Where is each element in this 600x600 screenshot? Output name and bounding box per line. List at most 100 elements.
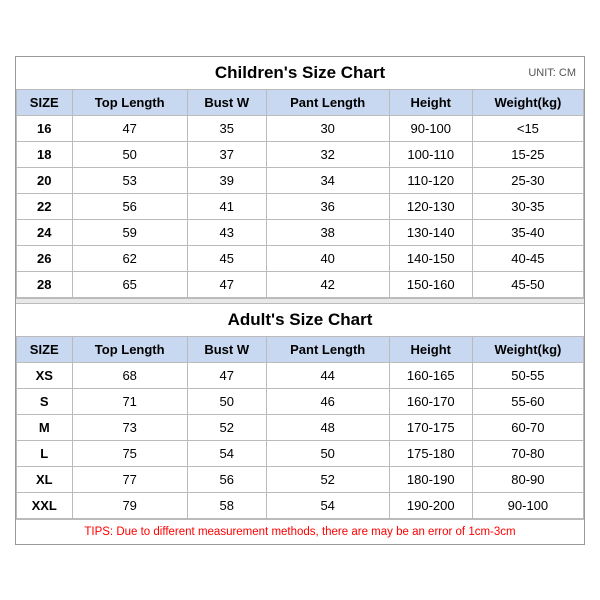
adult-col-height: Height [389,336,472,362]
unit-label: UNIT: CM [528,67,576,79]
table-cell: 47 [187,362,266,388]
table-cell: 50 [266,440,389,466]
table-row: 20533934110-12025-30 [17,167,584,193]
table-cell: 36 [266,193,389,219]
table-cell: 25-30 [472,167,583,193]
table-cell: 170-175 [389,414,472,440]
adult-col-bust-w: Bust W [187,336,266,362]
table-cell: 130-140 [389,219,472,245]
table-cell: 79 [72,492,187,518]
table-cell: 52 [187,414,266,440]
table-cell: 46 [266,388,389,414]
table-cell: 24 [17,219,73,245]
table-cell: 32 [266,141,389,167]
children-title: Children's Size Chart [215,63,385,82]
table-row: 22564136120-13030-35 [17,193,584,219]
adult-title: Adult's Size Chart [228,310,373,329]
children-col-pant-length: Pant Length [266,89,389,115]
table-row: S715046160-17055-60 [17,388,584,414]
table-cell: 15-25 [472,141,583,167]
table-cell: 38 [266,219,389,245]
table-cell: 37 [187,141,266,167]
table-cell: 75 [72,440,187,466]
table-cell: 26 [17,245,73,271]
table-cell: 18 [17,141,73,167]
children-col-height: Height [389,89,472,115]
children-section-header: Children's Size Chart UNIT: CM [16,57,584,89]
table-cell: M [17,414,73,440]
table-cell: 60-70 [472,414,583,440]
table-cell: 41 [187,193,266,219]
adult-col-top-length: Top Length [72,336,187,362]
table-cell: 68 [72,362,187,388]
table-cell: 22 [17,193,73,219]
table-cell: 180-190 [389,466,472,492]
table-cell: 160-170 [389,388,472,414]
table-cell: 120-130 [389,193,472,219]
table-row: XS684744160-16550-55 [17,362,584,388]
table-row: XL775652180-19080-90 [17,466,584,492]
adult-col-size: SIZE [17,336,73,362]
table-cell: 56 [72,193,187,219]
table-cell: 54 [187,440,266,466]
table-cell: 42 [266,271,389,297]
table-cell: 80-90 [472,466,583,492]
children-header-row: SIZE Top Length Bust W Pant Length Heigh… [17,89,584,115]
table-cell: 44 [266,362,389,388]
table-cell: 50-55 [472,362,583,388]
table-cell: 62 [72,245,187,271]
table-cell: 53 [72,167,187,193]
table-row: XXL795854190-20090-100 [17,492,584,518]
table-cell: 28 [17,271,73,297]
tips-text: TIPS: Due to different measurement metho… [84,526,515,538]
table-cell: 34 [266,167,389,193]
table-cell: XL [17,466,73,492]
adult-section-header: Adult's Size Chart [16,304,584,336]
table-row: 26624540140-15040-45 [17,245,584,271]
table-row: M735248170-17560-70 [17,414,584,440]
table-cell: 39 [187,167,266,193]
table-cell: 56 [187,466,266,492]
table-cell: 140-150 [389,245,472,271]
table-cell: 71 [72,388,187,414]
children-col-top-length: Top Length [72,89,187,115]
adult-header-row: SIZE Top Length Bust W Pant Length Heigh… [17,336,584,362]
table-cell: 52 [266,466,389,492]
children-col-bust-w: Bust W [187,89,266,115]
table-cell: 16 [17,115,73,141]
table-row: 1647353090-100<15 [17,115,584,141]
table-row: 18503732100-11015-25 [17,141,584,167]
table-cell: XXL [17,492,73,518]
table-cell: 48 [266,414,389,440]
table-cell: L [17,440,73,466]
table-cell: 90-100 [472,492,583,518]
table-cell: 59 [72,219,187,245]
table-cell: 175-180 [389,440,472,466]
table-row: 24594338130-14035-40 [17,219,584,245]
table-cell: 45-50 [472,271,583,297]
table-cell: <15 [472,115,583,141]
table-cell: 54 [266,492,389,518]
children-col-weight: Weight(kg) [472,89,583,115]
table-cell: 73 [72,414,187,440]
tips-row: TIPS: Due to different measurement metho… [16,519,584,544]
table-cell: 55-60 [472,388,583,414]
table-cell: 77 [72,466,187,492]
size-chart-wrapper: Children's Size Chart UNIT: CM SIZE Top … [15,56,585,545]
table-cell: 47 [72,115,187,141]
table-cell: 160-165 [389,362,472,388]
table-cell: 40 [266,245,389,271]
children-table: SIZE Top Length Bust W Pant Length Heigh… [16,89,584,298]
table-cell: 90-100 [389,115,472,141]
table-cell: XS [17,362,73,388]
table-cell: 50 [72,141,187,167]
adult-col-weight: Weight(kg) [472,336,583,362]
table-cell: 20 [17,167,73,193]
adult-col-pant-length: Pant Length [266,336,389,362]
table-cell: 30-35 [472,193,583,219]
table-cell: 30 [266,115,389,141]
table-cell: 58 [187,492,266,518]
table-cell: 65 [72,271,187,297]
table-cell: 100-110 [389,141,472,167]
table-cell: 35 [187,115,266,141]
